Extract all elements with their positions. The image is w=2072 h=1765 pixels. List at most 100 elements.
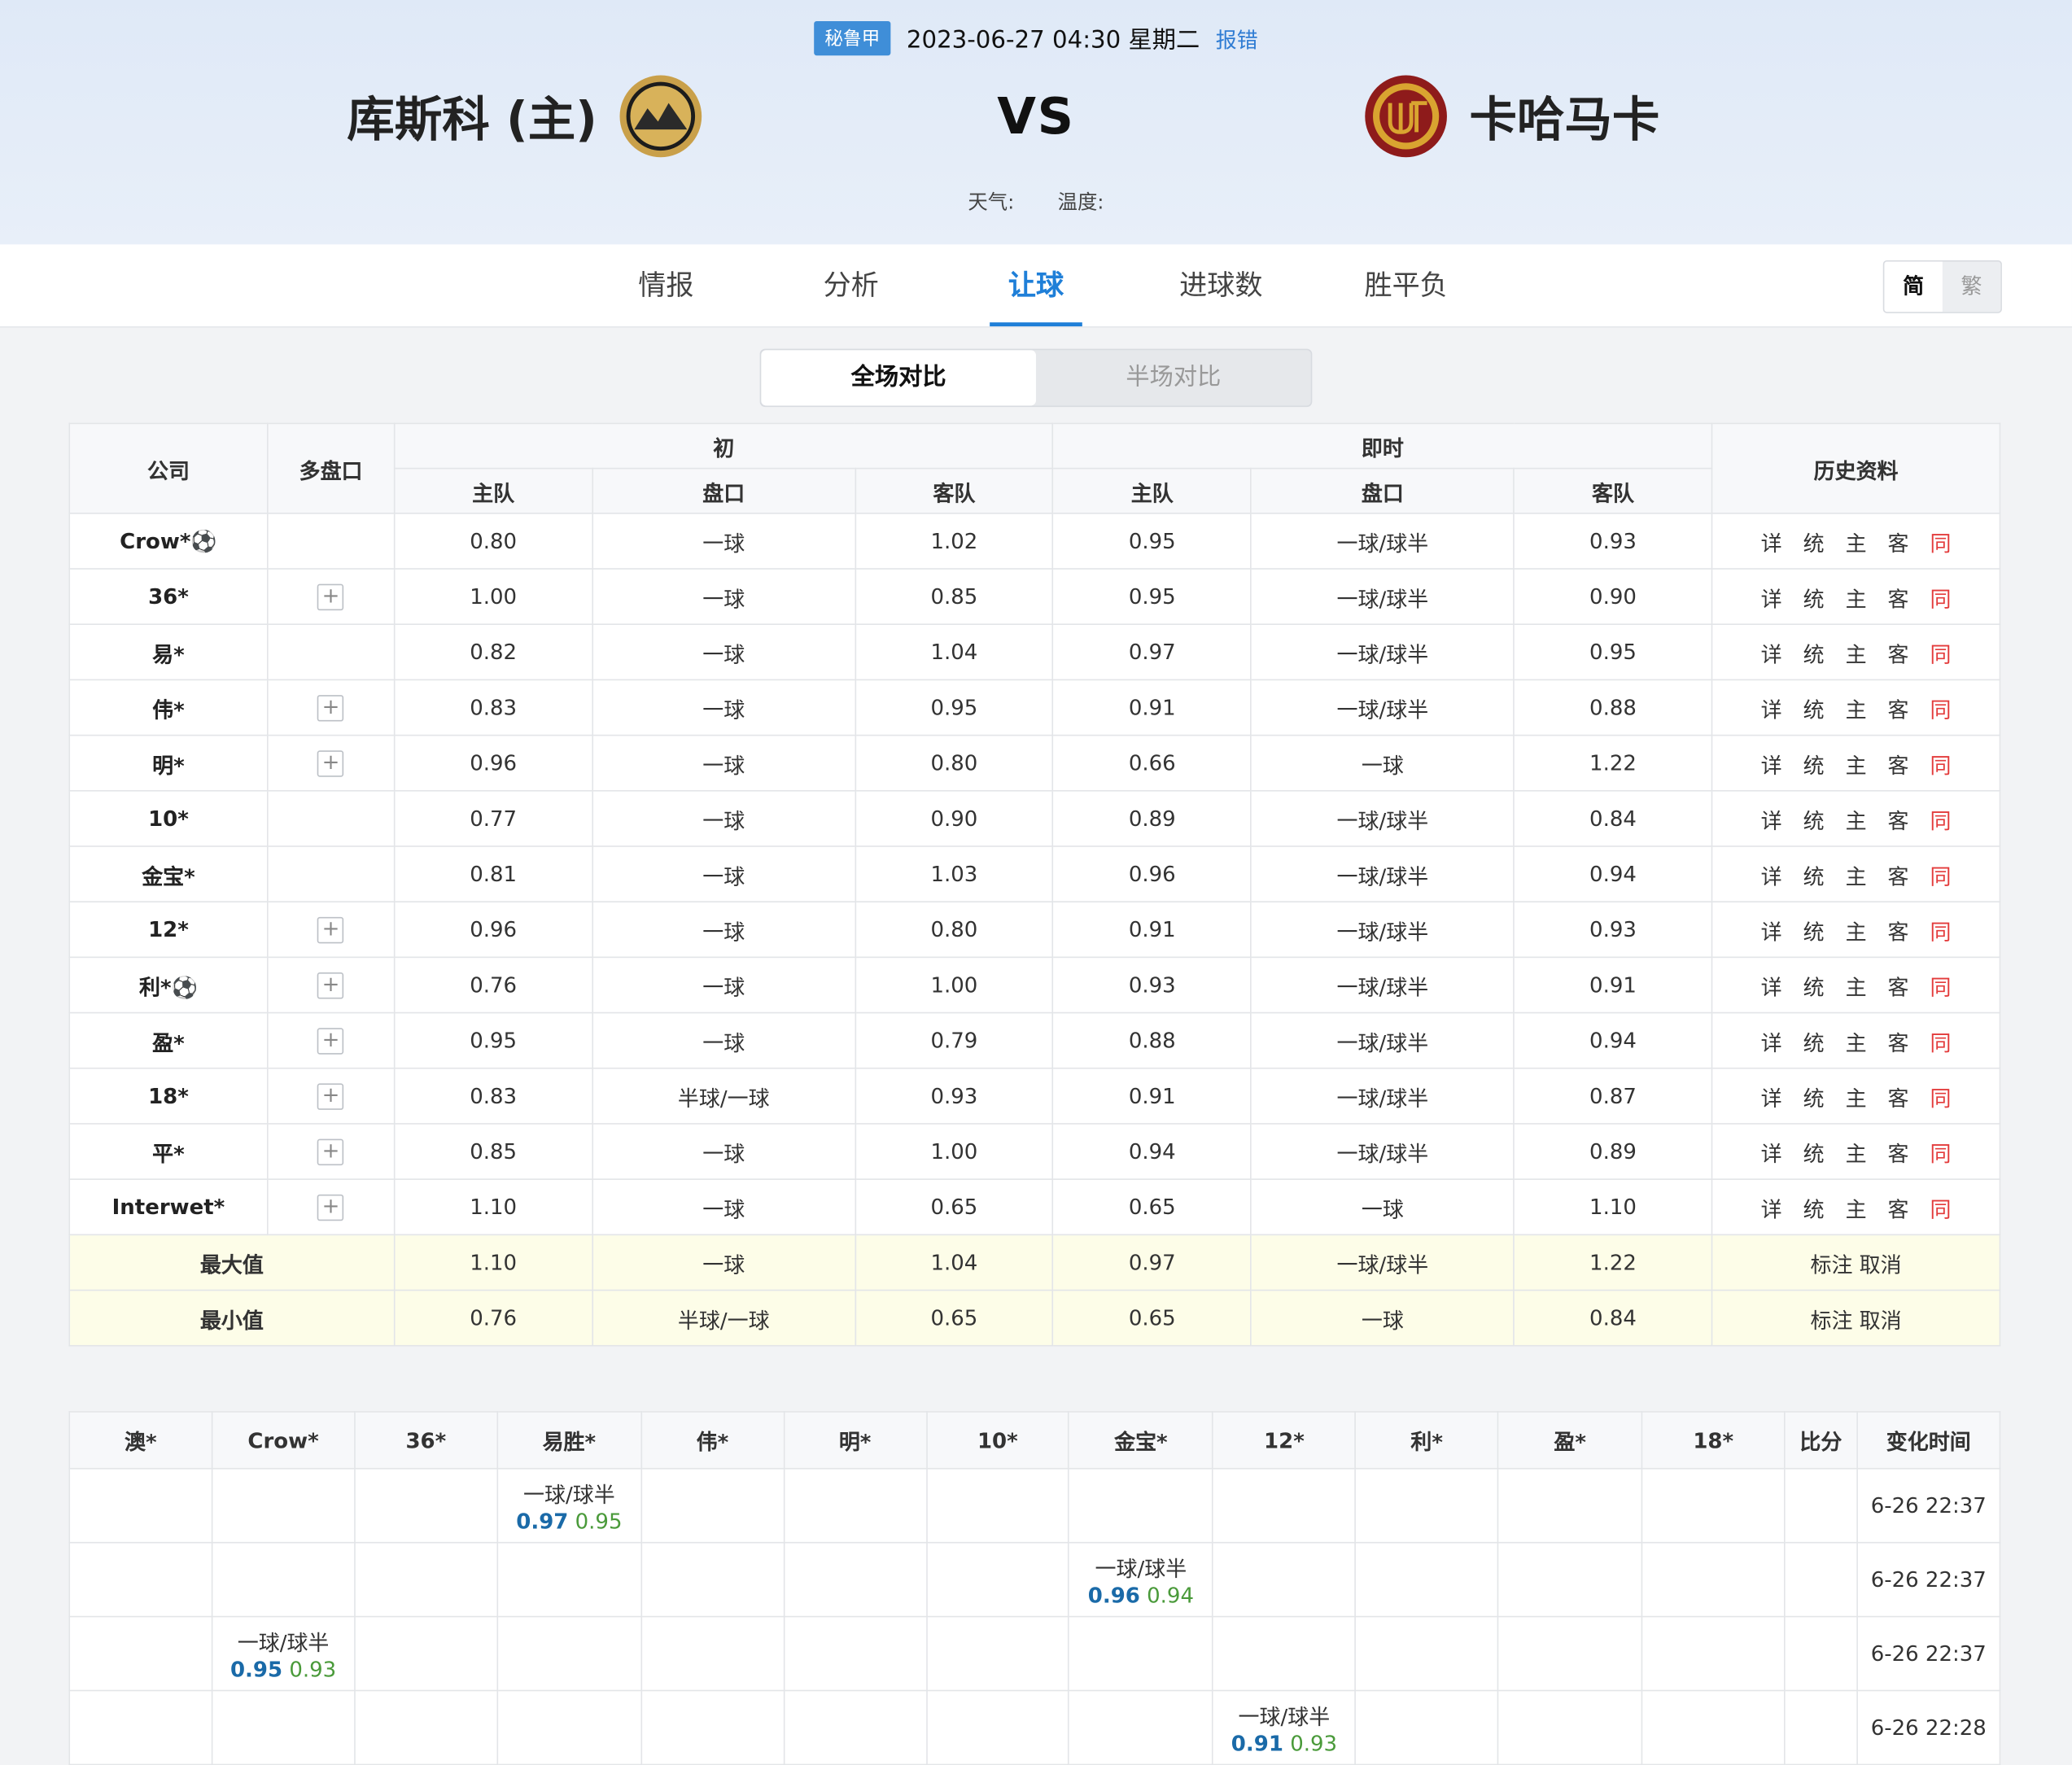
history-link[interactable]: 客 — [1888, 531, 1909, 556]
history-link[interactable]: 主 — [1846, 641, 1867, 666]
history-link[interactable]: 同 — [1930, 863, 1952, 889]
tab-handicap[interactable]: 让球 — [943, 244, 1128, 327]
history-link[interactable]: 主 — [1846, 1086, 1867, 1111]
tab-1x2[interactable]: 胜平负 — [1314, 244, 1498, 326]
history-link[interactable]: 统 — [1803, 1141, 1825, 1166]
lang-simplified-button[interactable]: 简 — [1884, 261, 1943, 312]
expand-plus-icon[interactable]: + — [317, 1138, 344, 1165]
company-name[interactable]: 盈* — [68, 1011, 269, 1069]
history-link[interactable]: 详 — [1761, 974, 1782, 999]
away-team-name[interactable]: 卡哈马卡 — [1470, 82, 1660, 151]
away-team[interactable]: 卡哈马卡 — [1364, 74, 1660, 159]
history-link[interactable]: 统 — [1803, 697, 1825, 723]
history-link[interactable]: 同 — [1930, 1141, 1952, 1166]
history-link[interactable]: 客 — [1888, 1030, 1909, 1055]
history-link[interactable]: 详 — [1761, 586, 1782, 611]
history-link[interactable]: 同 — [1930, 974, 1952, 999]
history-link[interactable]: 客 — [1888, 1196, 1909, 1221]
expand-plus-icon[interactable]: + — [317, 1194, 344, 1221]
history-link[interactable]: 主 — [1846, 1030, 1867, 1055]
history-link[interactable]: 详 — [1761, 863, 1782, 889]
history-link[interactable]: 同 — [1930, 586, 1952, 611]
company-name[interactable]: 10* — [68, 789, 269, 847]
history-link[interactable]: 详 — [1761, 641, 1782, 666]
history-link[interactable]: 详 — [1761, 531, 1782, 556]
report-error-link[interactable]: 报错 — [1216, 23, 1258, 55]
history-link[interactable]: 客 — [1888, 808, 1909, 833]
expand-plus-icon[interactable]: + — [317, 1027, 344, 1055]
history-link[interactable]: 客 — [1888, 1141, 1909, 1166]
history-link[interactable]: 客 — [1888, 863, 1909, 889]
history-link[interactable]: 统 — [1803, 753, 1825, 778]
history-link[interactable]: 同 — [1930, 753, 1952, 778]
history-link[interactable]: 详 — [1761, 1030, 1782, 1055]
history-link[interactable]: 同 — [1930, 697, 1952, 723]
history-link[interactable]: 主 — [1846, 808, 1867, 833]
expand-plus-icon[interactable]: + — [317, 972, 344, 999]
lang-traditional-button[interactable]: 繁 — [1942, 261, 2001, 312]
history-link[interactable]: 主 — [1846, 586, 1867, 611]
tab-intel[interactable]: 情报 — [574, 244, 758, 326]
history-link[interactable]: 同 — [1930, 1196, 1952, 1221]
tab-analysis[interactable]: 分析 — [758, 244, 943, 326]
company-name[interactable]: 伟* — [68, 679, 269, 736]
history-link[interactable]: 详 — [1761, 808, 1782, 833]
company-name[interactable]: 平* — [68, 1123, 269, 1180]
history-link[interactable]: 客 — [1888, 641, 1909, 666]
history-link[interactable]: 详 — [1761, 1086, 1782, 1111]
expand-plus-icon[interactable]: + — [317, 694, 344, 722]
history-link[interactable]: 统 — [1803, 863, 1825, 889]
history-link[interactable]: 详 — [1761, 919, 1782, 944]
history-link[interactable]: 同 — [1930, 919, 1952, 944]
history-link[interactable]: 统 — [1803, 531, 1825, 556]
history-link[interactable]: 统 — [1803, 1086, 1825, 1111]
max-mark-cancel-links[interactable]: 标注 取消 — [1711, 1234, 2001, 1291]
half-match-compare-button[interactable]: 半场对比 — [1036, 350, 1311, 405]
history-link[interactable]: 统 — [1803, 1196, 1825, 1221]
expand-plus-icon[interactable]: + — [317, 749, 344, 777]
history-link[interactable]: 主 — [1846, 974, 1867, 999]
history-link[interactable]: 详 — [1761, 753, 1782, 778]
history-link[interactable]: 详 — [1761, 1196, 1782, 1221]
company-name[interactable]: 明* — [68, 734, 269, 792]
history-link[interactable]: 详 — [1761, 697, 1782, 723]
company-name[interactable]: 易* — [68, 623, 269, 681]
history-link[interactable]: 主 — [1846, 531, 1867, 556]
history-link[interactable]: 统 — [1803, 1030, 1825, 1055]
league-badge[interactable]: 秘鲁甲 — [814, 20, 891, 56]
history-link[interactable]: 客 — [1888, 1086, 1909, 1111]
history-link[interactable]: 主 — [1846, 919, 1867, 944]
history-link[interactable]: 统 — [1803, 641, 1825, 666]
history-link[interactable]: 同 — [1930, 531, 1952, 556]
history-link[interactable]: 统 — [1803, 919, 1825, 944]
history-link[interactable]: 同 — [1930, 641, 1952, 666]
history-link[interactable]: 主 — [1846, 863, 1867, 889]
min-mark-cancel-links[interactable]: 标注 取消 — [1711, 1289, 2001, 1347]
history-link[interactable]: 主 — [1846, 753, 1867, 778]
history-link[interactable]: 客 — [1888, 586, 1909, 611]
history-link[interactable]: 统 — [1803, 808, 1825, 833]
expand-plus-icon[interactable]: + — [317, 583, 344, 610]
company-name[interactable]: 金宝* — [68, 845, 269, 902]
history-link[interactable]: 统 — [1803, 586, 1825, 611]
history-link[interactable]: 主 — [1846, 1141, 1867, 1166]
history-link[interactable]: 详 — [1761, 1141, 1782, 1166]
history-link[interactable]: 主 — [1846, 697, 1867, 723]
history-link[interactable]: 统 — [1803, 974, 1825, 999]
history-link[interactable]: 同 — [1930, 1086, 1952, 1111]
tab-goals[interactable]: 进球数 — [1129, 244, 1314, 326]
history-link[interactable]: 客 — [1888, 753, 1909, 778]
full-match-compare-button[interactable]: 全场对比 — [761, 350, 1036, 406]
company-name[interactable]: 12* — [68, 901, 269, 959]
company-name[interactable]: 36* — [68, 568, 269, 626]
company-name[interactable]: Interwet* — [68, 1178, 269, 1236]
history-link[interactable]: 同 — [1930, 808, 1952, 833]
company-name[interactable]: Crow*⚽ — [68, 512, 269, 570]
history-link[interactable]: 客 — [1888, 919, 1909, 944]
expand-plus-icon[interactable]: + — [317, 1083, 344, 1110]
company-name[interactable]: 18* — [68, 1067, 269, 1125]
history-link[interactable]: 客 — [1888, 697, 1909, 723]
history-link[interactable]: 主 — [1846, 1196, 1867, 1221]
history-link[interactable]: 客 — [1888, 974, 1909, 999]
history-link[interactable]: 同 — [1930, 1030, 1952, 1055]
